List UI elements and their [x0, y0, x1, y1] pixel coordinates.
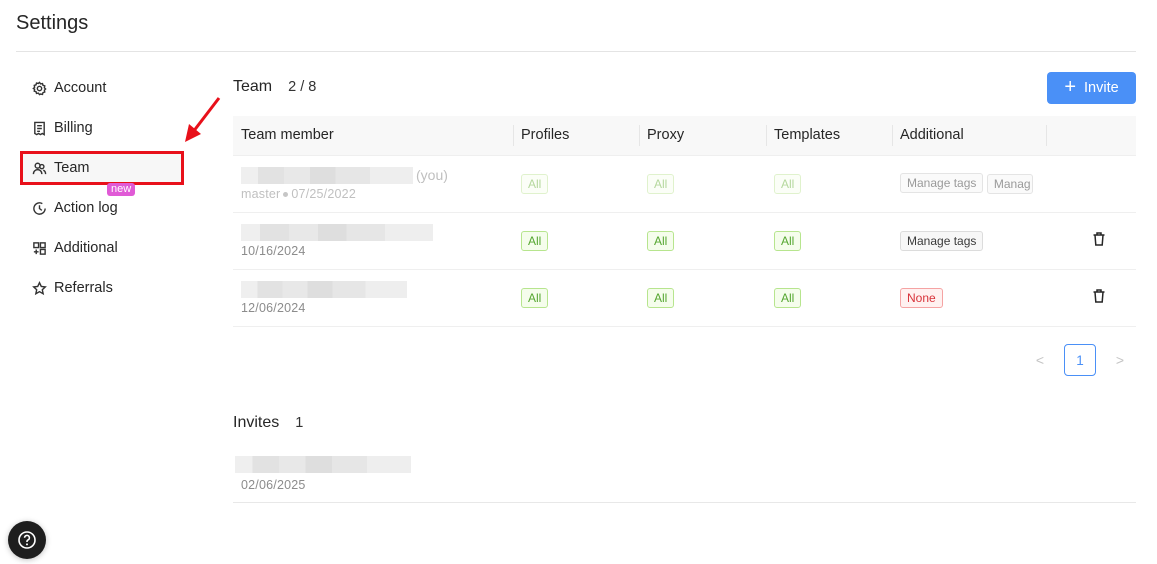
sidebar-item-billing[interactable]: Billing — [20, 108, 184, 148]
table-row: (you) master 07/25/2022 All All All Manag… — [233, 155, 1136, 213]
team-table: Team member Profiles Proxy Templates Add… — [233, 116, 1136, 327]
gear-icon — [31, 80, 47, 96]
invites-count: 1 — [295, 415, 304, 431]
member-date: 12/06/2024 — [241, 301, 306, 315]
redacted-member-name — [241, 280, 407, 298]
sidebar-item-team[interactable]: Team — [20, 151, 184, 185]
grid-plus-icon — [31, 240, 47, 256]
users-icon — [31, 160, 47, 176]
proxy-access-tag[interactable]: All — [647, 230, 675, 251]
redacted-member-name — [241, 223, 433, 241]
pagination: < 1 > — [1034, 344, 1126, 376]
team-count: 2 / 8 — [288, 79, 317, 95]
table-row: 10/16/2024 All All All Manage tags — [233, 212, 1136, 270]
sidebar-item-account[interactable]: Account — [20, 68, 184, 108]
delete-member-button[interactable] — [1091, 231, 1107, 247]
profiles-access-tag[interactable]: All — [521, 287, 549, 308]
chevron-right-icon[interactable]: > — [1114, 352, 1126, 368]
member-role: master — [241, 187, 281, 201]
invite-date: 02/06/2025 — [241, 478, 306, 492]
list-item: 02/06/2025 — [233, 456, 1136, 503]
column-header-team-member: Team member — [233, 116, 513, 156]
clock-icon — [31, 200, 47, 216]
redacted-member-name — [241, 166, 413, 184]
additional-permission-tag: Manage tags — [900, 173, 984, 194]
proxy-access-tag[interactable]: All — [647, 287, 675, 308]
invites-section: Invites 1 02/06/2025 — [233, 414, 1136, 503]
settings-sidebar: Account Billing Team new Action log Addi… — [20, 68, 184, 308]
additional-permission-tag: Manag — [986, 173, 1033, 194]
plus-icon: + — [1064, 76, 1076, 98]
column-header-templates: Templates — [766, 116, 892, 156]
sidebar-item-additional[interactable]: Additional — [20, 228, 184, 268]
profiles-access-tag[interactable]: All — [521, 230, 549, 251]
member-date: 07/25/2022 — [291, 187, 356, 201]
title-divider — [16, 51, 1136, 52]
question-icon — [18, 531, 36, 549]
member-cell: 10/16/2024 — [233, 212, 513, 270]
you-label: (you) — [416, 167, 448, 183]
invites-section-header: Invites 1 — [233, 414, 1136, 432]
table-row: 12/06/2024 All All All None — [233, 269, 1136, 327]
trash-icon — [1093, 232, 1105, 246]
sidebar-item-referrals[interactable]: Referrals — [20, 268, 184, 308]
column-header-actions — [1046, 116, 1136, 156]
trash-icon — [1093, 289, 1105, 303]
annotation-arrow-icon — [185, 97, 221, 142]
proxy-access-tag: All — [647, 173, 675, 194]
invite-button-label: Invite — [1084, 80, 1119, 96]
column-header-proxy: Proxy — [639, 116, 766, 156]
column-header-profiles: Profiles — [513, 116, 639, 156]
sidebar-item-action-log[interactable]: new Action log — [20, 183, 184, 228]
member-date: 10/16/2024 — [241, 244, 306, 258]
new-badge: new — [107, 183, 136, 196]
receipt-icon — [31, 120, 47, 136]
templates-access-tag: All — [774, 173, 802, 194]
additional-permission-tag[interactable]: None — [900, 287, 943, 308]
table-header-row: Team member Profiles Proxy Templates Add… — [233, 116, 1136, 156]
column-header-additional: Additional — [892, 116, 1046, 156]
sidebar-item-label: Team — [54, 160, 90, 176]
team-settings-panel: Team 2 / 8 + Invite Team member Profiles… — [233, 68, 1136, 503]
help-button[interactable] — [8, 521, 46, 559]
member-cell: (you) master 07/25/2022 — [233, 155, 513, 213]
sidebar-item-label: Action log — [54, 200, 118, 216]
separator-dot — [283, 192, 289, 198]
sidebar-item-label: Account — [54, 80, 107, 96]
team-title: Team — [233, 78, 273, 95]
invite-button[interactable]: + Invite — [1047, 72, 1136, 104]
chevron-left-icon[interactable]: < — [1034, 352, 1046, 368]
invites-title: Invites — [233, 414, 280, 431]
member-cell: 12/06/2024 — [233, 269, 513, 327]
delete-member-button[interactable] — [1091, 288, 1107, 304]
profiles-access-tag: All — [521, 173, 549, 194]
templates-access-tag[interactable]: All — [774, 230, 802, 251]
templates-access-tag[interactable]: All — [774, 287, 802, 308]
page-button[interactable]: 1 — [1064, 344, 1096, 376]
additional-permission-tag[interactable]: Manage tags — [900, 230, 984, 251]
sidebar-item-label: Referrals — [54, 280, 113, 296]
star-icon — [31, 280, 47, 296]
page-title: Settings — [16, 12, 89, 34]
sidebar-item-label: Additional — [54, 240, 118, 256]
redacted-invite-email — [235, 456, 411, 473]
team-section-header: Team 2 / 8 — [233, 78, 1136, 96]
sidebar-item-label: Billing — [54, 120, 93, 136]
